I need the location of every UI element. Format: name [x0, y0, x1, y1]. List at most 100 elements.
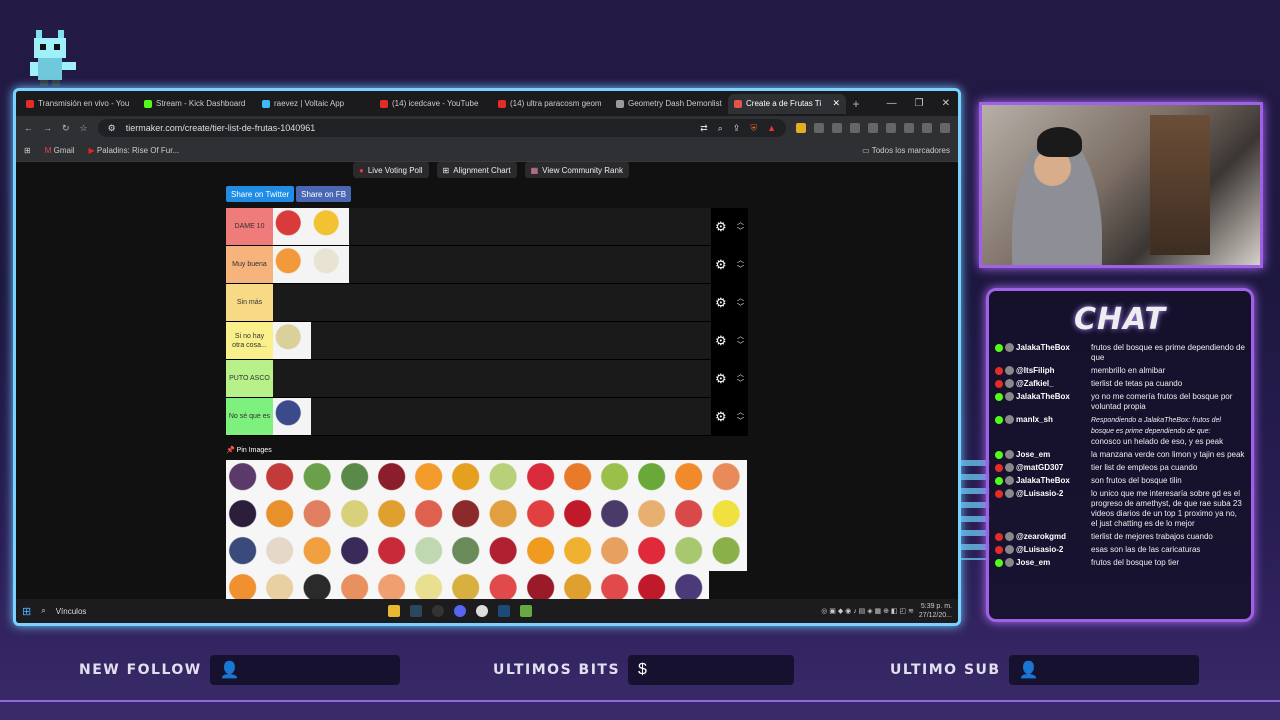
- steam-icon[interactable]: [410, 605, 423, 617]
- taskbar-links[interactable]: Vínculos: [56, 607, 87, 616]
- screenshot-icon[interactable]: [850, 123, 860, 133]
- bookmark-gmail[interactable]: M Gmail: [45, 146, 75, 155]
- pool-item-fruit[interactable]: [263, 534, 301, 571]
- pool-item-fruit[interactable]: [411, 460, 450, 497]
- chat-username[interactable]: JalakaTheBox: [995, 476, 1091, 486]
- pool-item-fruit[interactable]: [523, 534, 561, 571]
- obs-icon[interactable]: [432, 605, 445, 617]
- chevron-down-icon[interactable]: ﹀: [737, 379, 744, 388]
- chat-username[interactable]: JalakaTheBox: [995, 343, 1091, 363]
- pool-item-fruit[interactable]: [597, 534, 636, 571]
- pool-item-fruit[interactable]: [709, 460, 747, 497]
- pool-item-fruit[interactable]: [597, 497, 636, 534]
- chevron-up-icon[interactable]: ︿: [737, 408, 744, 417]
- bookmark-star-icon[interactable]: ☆: [80, 123, 88, 134]
- all-bookmarks[interactable]: ▭ Todos los marcadores: [862, 146, 950, 155]
- chevron-up-icon[interactable]: ︿: [737, 256, 744, 265]
- gear-icon[interactable]: ⚙: [715, 333, 727, 349]
- pool-item-fruit[interactable]: [560, 460, 598, 497]
- tab-5[interactable]: Geometry Dash Demonlist: [610, 94, 728, 114]
- tab-6[interactable]: Create a de Frutas Ti ✕: [728, 93, 846, 114]
- chevron-up-icon[interactable]: ︿: [737, 218, 744, 227]
- pool-item-fruit[interactable]: [300, 534, 338, 571]
- pool-item-fruit[interactable]: [672, 534, 710, 571]
- pool-item-fruit[interactable]: [300, 497, 338, 534]
- pool-item-fruit[interactable]: [411, 534, 450, 571]
- gear-icon[interactable]: ⚙: [715, 295, 727, 311]
- tab-4[interactable]: (14) ultra paracosm geom: [492, 94, 610, 114]
- close-window-icon[interactable]: ✕: [942, 98, 950, 109]
- tier-label[interactable]: Sin más: [226, 284, 273, 321]
- live-voting-poll-button[interactable]: ● Live Voting Poll: [353, 162, 429, 178]
- chat-username[interactable]: Jose_em: [995, 450, 1091, 460]
- sidebar-icon[interactable]: [868, 123, 878, 133]
- pool-item-fruit[interactable]: [597, 460, 636, 497]
- pool-item-fruit[interactable]: [672, 571, 710, 602]
- tier-item-fruit[interactable]: [273, 398, 311, 435]
- pool-item-fruit[interactable]: [486, 460, 524, 497]
- chat-username[interactable]: @matGD307: [995, 463, 1091, 473]
- share-fb-button[interactable]: Share on FB: [296, 186, 352, 202]
- new-tab-button[interactable]: +: [846, 97, 866, 111]
- reload-icon[interactable]: ↻: [62, 123, 70, 134]
- pool-item-fruit[interactable]: [635, 534, 673, 571]
- pool-item-fruit[interactable]: [226, 534, 264, 571]
- puzzle-icon[interactable]: [814, 123, 824, 133]
- share-icon[interactable]: ⇪: [733, 123, 741, 134]
- share-twitter-button[interactable]: Share on Twitter: [226, 186, 295, 202]
- alignment-chart-button[interactable]: ⊞ Alignment Chart: [436, 162, 517, 178]
- pool-item-fruit[interactable]: [523, 460, 561, 497]
- search-icon[interactable]: ⌕: [41, 606, 45, 616]
- tab-1[interactable]: Stream - Kick Dashboard: [138, 94, 256, 114]
- extension-icon[interactable]: [796, 123, 806, 133]
- brave-rewards-icon[interactable]: ▲: [767, 123, 776, 134]
- pool-item-fruit[interactable]: [226, 497, 264, 534]
- pool-item-fruit[interactable]: [300, 460, 338, 497]
- pool-item-fruit[interactable]: [635, 460, 673, 497]
- pool-item-fruit[interactable]: [263, 571, 301, 602]
- voltaic-icon[interactable]: [498, 605, 511, 617]
- tier-label[interactable]: Muy buena: [226, 246, 273, 283]
- chevron-up-icon[interactable]: ︿: [737, 294, 744, 303]
- pool-item-fruit[interactable]: [411, 571, 450, 602]
- tier-item-fruit[interactable]: [273, 208, 311, 245]
- pool-item-fruit[interactable]: [486, 497, 524, 534]
- pin-images-toggle[interactable]: 📌 Pin Images: [226, 446, 272, 454]
- tier-item-fruit[interactable]: [311, 246, 349, 283]
- tier-item-fruit[interactable]: [273, 246, 311, 283]
- leo-icon[interactable]: [904, 123, 914, 133]
- zoom-icon[interactable]: ⌕: [718, 123, 723, 134]
- chevron-up-icon[interactable]: ︿: [737, 332, 744, 341]
- chat-username[interactable]: @Luisasio-2: [995, 545, 1091, 555]
- tier-label[interactable]: Si no hay otra cosa...: [226, 322, 273, 359]
- pool-item-fruit[interactable]: [486, 571, 524, 602]
- pool-item-fruit[interactable]: [523, 497, 561, 534]
- chat-username[interactable]: @Zafkiel_: [995, 379, 1091, 389]
- site-info-icon[interactable]: ⚙: [108, 123, 116, 134]
- pool-item-fruit[interactable]: [560, 571, 598, 602]
- pool-item-fruit[interactable]: [226, 571, 264, 602]
- extension-icon[interactable]: [832, 123, 842, 133]
- pool-item-fruit[interactable]: [337, 497, 375, 534]
- chevron-down-icon[interactable]: ﹀: [737, 341, 744, 350]
- pool-item-fruit[interactable]: [560, 534, 598, 571]
- translate-icon[interactable]: ⇄: [700, 123, 708, 134]
- gear-icon[interactable]: ⚙: [715, 371, 727, 387]
- pool-item-fruit[interactable]: [635, 497, 673, 534]
- windows-start-icon[interactable]: ⊞: [22, 605, 31, 618]
- pool-item-fruit[interactable]: [374, 460, 412, 497]
- chevron-down-icon[interactable]: ﹀: [737, 417, 744, 426]
- chat-username[interactable]: @zearokgmd: [995, 532, 1091, 542]
- tier-item-fruit[interactable]: [273, 322, 311, 359]
- pool-item-fruit[interactable]: [411, 497, 450, 534]
- tier-label[interactable]: No sé que es: [226, 398, 273, 435]
- pool-item-fruit[interactable]: [337, 534, 375, 571]
- chevron-up-icon[interactable]: ︿: [737, 370, 744, 379]
- close-tab-icon[interactable]: ✕: [832, 98, 840, 109]
- gear-icon[interactable]: ⚙: [715, 257, 727, 273]
- pool-item-fruit[interactable]: [672, 460, 710, 497]
- gear-icon[interactable]: ⚙: [715, 219, 727, 235]
- chevron-down-icon[interactable]: ﹀: [737, 227, 744, 236]
- pool-item-fruit[interactable]: [374, 497, 412, 534]
- forward-icon[interactable]: →: [43, 123, 52, 133]
